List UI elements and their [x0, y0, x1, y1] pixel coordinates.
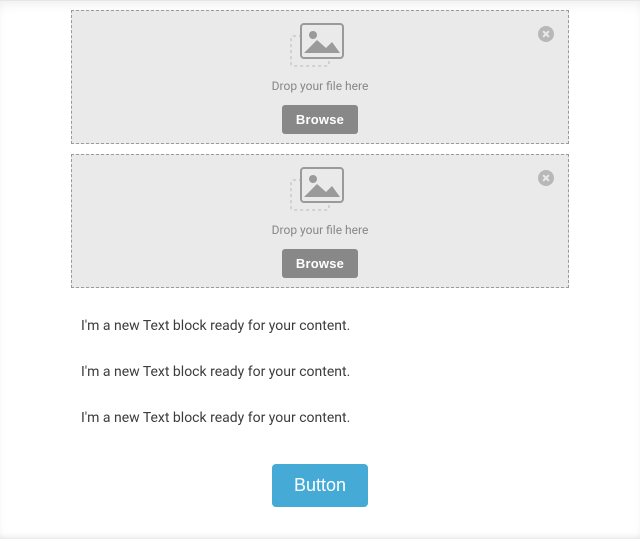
text-block[interactable]: I'm a new Text block ready for your cont… [81, 364, 569, 380]
text-block[interactable]: I'm a new Text block ready for your cont… [81, 410, 569, 426]
drop-text: Drop your file here [272, 79, 369, 93]
action-button[interactable]: Button [272, 464, 368, 507]
content-column: Drop your file here Browse Drop your fi [71, 2, 569, 539]
browse-button[interactable]: Browse [282, 105, 358, 134]
image-placeholder-icon [294, 169, 346, 213]
editor-canvas: Drop your file here Browse Drop your fi [0, 0, 640, 539]
drop-text: Drop your file here [272, 223, 369, 237]
button-row: Button [71, 464, 569, 507]
browse-button[interactable]: Browse [282, 249, 358, 278]
close-icon[interactable] [538, 26, 554, 42]
text-block[interactable]: I'm a new Text block ready for your cont… [81, 318, 569, 334]
image-placeholder-icon [294, 25, 346, 69]
scroll-area: Drop your file here Browse Drop your fi [0, 2, 640, 539]
image-upload-block[interactable]: Drop your file here Browse [71, 154, 569, 288]
close-icon[interactable] [538, 170, 554, 186]
image-upload-block[interactable]: Drop your file here Browse [71, 10, 569, 144]
